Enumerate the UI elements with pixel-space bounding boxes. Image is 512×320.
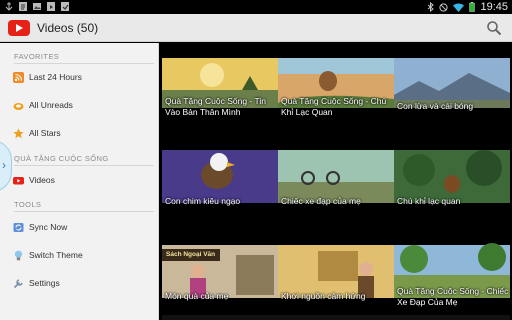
- image-icon: [33, 3, 41, 10]
- battery-icon: [469, 2, 476, 12]
- sidebar-item-label: Videos: [29, 175, 55, 185]
- section-header-qua-tang: QUÀ TẶNG CUỘC SỐNG: [14, 154, 154, 166]
- wrench-icon: [13, 279, 23, 289]
- sidebar-item-all-stars[interactable]: All Stars: [0, 122, 158, 146]
- section-header-favorites: FAVORITES: [14, 52, 154, 64]
- sidebar-item-label: Settings: [29, 278, 60, 288]
- video-title: Chiếc xe đạp của mẹ: [281, 196, 361, 206]
- sidebar-item-settings[interactable]: Settings: [0, 272, 158, 296]
- status-bar: 19:45: [0, 0, 512, 14]
- sidebar-item-label: Last 24 Hours: [29, 72, 82, 82]
- video-tile[interactable]: Quà Tặng Cuộc Sống - Tin Vào Bản Thân Mì…: [162, 45, 278, 120]
- navigation-drawer: FAVORITES Last 24 Hours All Unreads All …: [0, 43, 159, 320]
- section-header-tools: TOOLS: [14, 200, 154, 212]
- video-thumbnail: [162, 315, 278, 320]
- document-icon: [19, 2, 27, 11]
- bluetooth-icon: [428, 2, 435, 12]
- video-thumbnail: [394, 315, 510, 320]
- video-tile[interactable]: Sách Ngoại Văn Món quà của mẹ: [162, 235, 278, 310]
- star-icon: [13, 128, 24, 139]
- sidebar-item-videos[interactable]: Videos: [0, 169, 158, 193]
- video-tile[interactable]: Khơi nguồn cảm hứng: [278, 235, 394, 310]
- video-tile[interactable]: Con chim kiêu ngạo: [162, 140, 278, 215]
- checklist-icon: [61, 2, 69, 11]
- youtube-icon: [13, 177, 24, 185]
- video-tile[interactable]: Quà Tặng Cuộc Sống - Chú Khỉ Lạc Quan: [278, 45, 394, 120]
- silent-mode-icon: [439, 2, 449, 12]
- video-tile[interactable]: [394, 315, 510, 320]
- wifi-icon: [453, 3, 465, 12]
- video-grid: Quà Tặng Cuộc Sống - Tin Vào Bản Thân Mì…: [160, 43, 512, 320]
- video-title: Món quà của mẹ: [165, 291, 229, 301]
- video-title: Quà Tặng Cuộc Sống - Chú Khỉ Lạc Quan: [281, 96, 387, 117]
- thumbnail-sign-text: Sách Ngoại Văn: [166, 251, 216, 258]
- page-title: Videos (50): [37, 21, 99, 35]
- video-tile[interactable]: Chú khỉ lạc quan: [394, 140, 510, 215]
- video-tile[interactable]: [162, 315, 278, 320]
- video-tile[interactable]: Chiếc xe đạp của mẹ: [278, 140, 394, 215]
- youtube-logo-icon[interactable]: [8, 20, 30, 36]
- usb-icon: [5, 2, 13, 11]
- video-title: Quà Tặng Cuộc Sống - Chiếc Xe Đạp Của Mẹ: [397, 286, 509, 307]
- video-title: Con chim kiêu ngạo: [165, 196, 241, 206]
- sync-icon: [13, 223, 24, 232]
- video-tile[interactable]: Quà Tặng Cuộc Sống - Chiếc Xe Đạp Của Mẹ: [394, 235, 510, 310]
- video-title: Quà Tặng Cuộc Sống - Tin Vào Bản Thân Mì…: [165, 96, 266, 117]
- sidebar-item-label: All Stars: [29, 128, 61, 138]
- video-tile[interactable]: [278, 315, 394, 320]
- sidebar-item-last-24-hours[interactable]: Last 24 Hours: [0, 66, 158, 90]
- video-thumbnail: [278, 315, 394, 320]
- rss-icon: [13, 72, 24, 83]
- video-file-icon: [47, 2, 55, 11]
- sidebar-item-sync-now[interactable]: Sync Now: [0, 216, 158, 240]
- clock: 19:45: [480, 1, 508, 13]
- search-icon[interactable]: [486, 20, 502, 36]
- sidebar-item-label: Switch Theme: [29, 250, 83, 260]
- sidebar-item-all-unreads[interactable]: All Unreads: [0, 94, 158, 118]
- video-title: Con lừa và cái bóng: [397, 101, 474, 111]
- lightbulb-icon: [14, 250, 23, 261]
- chevron-right-icon: ›: [2, 158, 6, 172]
- sidebar-item-switch-theme[interactable]: Switch Theme: [0, 244, 158, 268]
- video-tile[interactable]: Con lừa và cái bóng: [394, 45, 510, 120]
- video-title: Chú khỉ lạc quan: [397, 196, 461, 206]
- sidebar-item-label: All Unreads: [29, 100, 73, 110]
- sidebar-item-label: Sync Now: [29, 222, 68, 232]
- video-title: Khơi nguồn cảm hứng: [281, 291, 366, 301]
- action-bar: Videos (50): [0, 14, 512, 42]
- unread-icon: [13, 103, 24, 110]
